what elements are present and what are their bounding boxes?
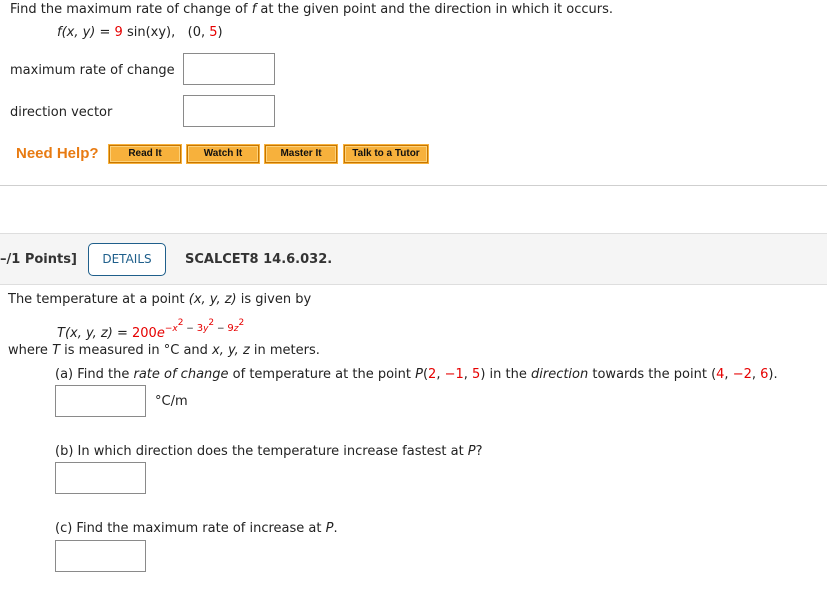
intro-text-end: is given by: [236, 292, 312, 307]
point-close: ): [217, 25, 223, 40]
part-b-text: ?: [475, 444, 483, 459]
exp-part: 2: [238, 318, 245, 328]
where-text: is measured in °C and: [60, 343, 213, 358]
where-text: in meters.: [249, 343, 320, 358]
sep: ,: [463, 367, 473, 382]
points-label: –/1 Points]: [0, 252, 77, 267]
sep: ,: [436, 367, 445, 382]
func-rest: sin(xy),: [122, 25, 176, 40]
eq-coef: 200: [132, 326, 157, 341]
point-P: P: [415, 367, 423, 382]
max-rate-input[interactable]: [183, 53, 275, 85]
func-coef: 9: [114, 25, 123, 40]
part-b-text: (b) In which direction does the temperat…: [55, 444, 468, 459]
part-b-prompt: (b) In which direction does the temperat…: [55, 444, 483, 459]
part-c-text: .: [333, 521, 338, 536]
intro-point: (x, y, z): [188, 292, 237, 307]
talk-to-tutor-button[interactable]: Talk to a Tutor: [343, 144, 429, 164]
part-a-text: (a) Find the: [55, 367, 134, 382]
part-c-prompt: (c) Find the maximum rate of increase at…: [55, 521, 338, 536]
part-a-text: towards the point: [588, 367, 712, 382]
sep: ,: [751, 367, 761, 382]
exp-part: −: [183, 324, 197, 334]
q1-function: f(x, y) = 9 sin(xy), (0, 5): [57, 25, 223, 40]
sep: ,: [724, 367, 733, 382]
eq-exponent: −x2 − 3y2 − 9z2: [164, 318, 244, 334]
watch-it-button[interactable]: Watch It: [186, 144, 260, 164]
master-it-button[interactable]: Master It: [264, 144, 338, 164]
intro-text: The temperature at a point: [8, 292, 189, 307]
part-a-text: in the: [485, 367, 531, 382]
prompt-text: Find the maximum rate of change of: [10, 2, 252, 17]
question-header: –/1 Points] DETAILS SCALCET8 14.6.032.: [0, 233, 827, 285]
where-T: T: [52, 343, 61, 358]
part-a-unit: °C/m: [155, 394, 188, 409]
func-eq: =: [95, 25, 115, 40]
where-text: where: [8, 343, 53, 358]
eq-e: e: [156, 326, 165, 341]
coord: −2: [732, 367, 752, 382]
question-code: SCALCET8 14.6.032.: [185, 252, 333, 267]
divider: [0, 185, 827, 186]
where-vars: x, y, z: [212, 343, 250, 358]
part-c-input[interactable]: [55, 540, 146, 572]
prompt-text-end: at the given point and the direction in …: [256, 2, 614, 17]
q2-where: where T is measured in °C and x, y, z in…: [8, 343, 320, 358]
q2-intro: The temperature at a point (x, y, z) is …: [8, 292, 311, 307]
part-a-text: direction: [530, 367, 589, 382]
eq-eq: =: [112, 326, 132, 341]
part-a-prompt: (a) Find the rate of change of temperatu…: [55, 367, 778, 382]
details-button[interactable]: DETAILS: [88, 243, 166, 276]
direction-vector-label: direction vector: [10, 105, 113, 120]
point-val: 5: [209, 25, 218, 40]
eq-lhs: T(x, y, z): [57, 326, 113, 341]
part-a-text: of temperature at the point: [228, 367, 416, 382]
direction-vector-input[interactable]: [183, 95, 275, 127]
part-b-input[interactable]: [55, 462, 146, 494]
part-a-text: rate of change: [133, 367, 229, 382]
read-it-button[interactable]: Read It: [108, 144, 182, 164]
part-a-input[interactable]: [55, 385, 146, 417]
point-P: P: [467, 444, 476, 459]
part-c-text: (c) Find the maximum rate of increase at: [55, 521, 326, 536]
temperature-equation: T(x, y, z) = 200e−x2 − 3y2 − 9z2: [57, 318, 244, 341]
point-open: (0,: [187, 25, 210, 40]
exp-part: −: [214, 324, 228, 334]
exp-part: −x: [164, 324, 178, 334]
coord: −1: [444, 367, 464, 382]
q1-prompt: Find the maximum rate of change of f at …: [10, 2, 613, 17]
need-help-label: Need Help?: [16, 145, 99, 162]
max-rate-label: maximum rate of change: [10, 63, 175, 78]
func-lhs: f(x, y): [57, 25, 96, 40]
part-a-text: ).: [768, 367, 778, 382]
